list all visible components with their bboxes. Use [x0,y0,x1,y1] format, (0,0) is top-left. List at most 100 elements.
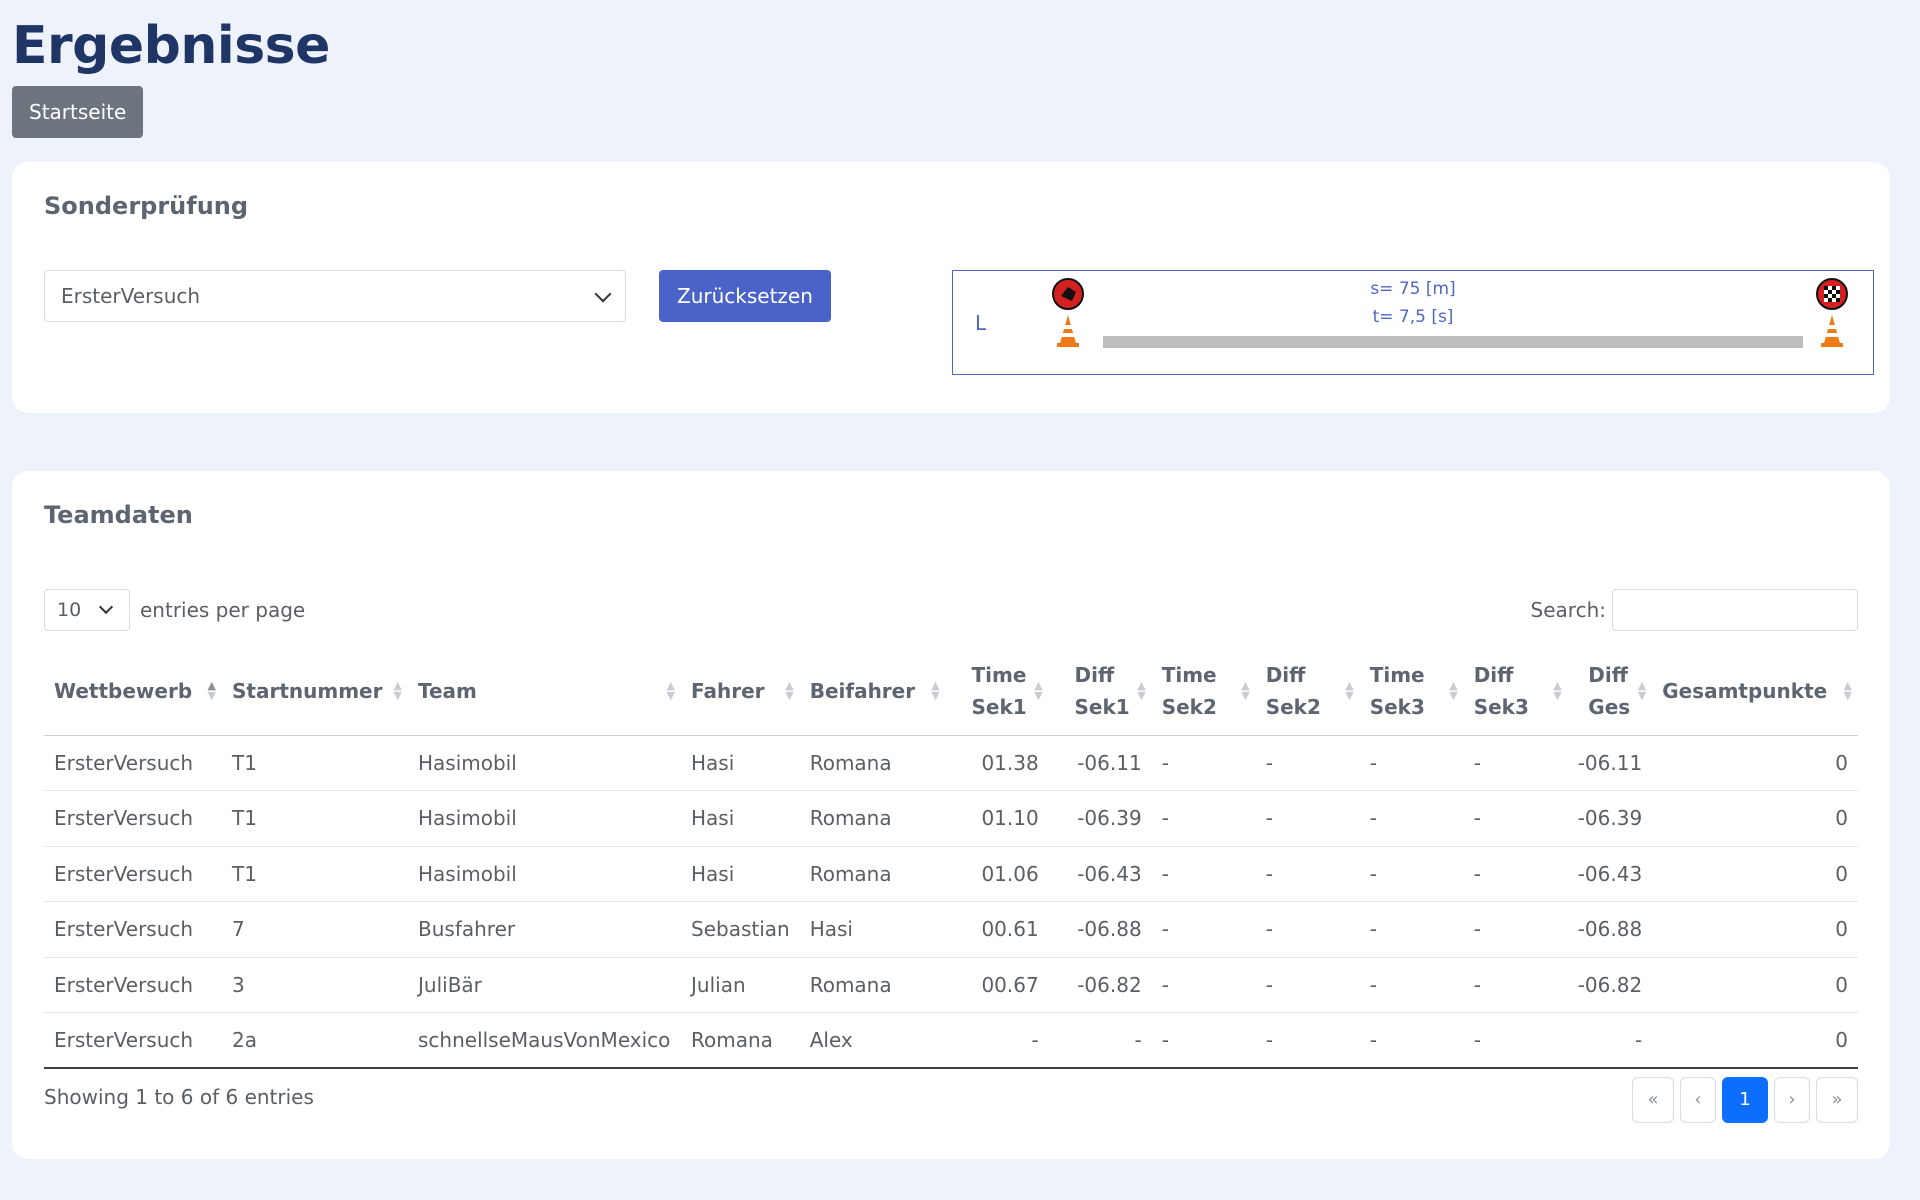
col-header-beifahrer[interactable]: Beifahrer ▲ ▼ [799,647,946,736]
table-row: ErsterVersuch T1 Hasimobil Hasi Romana 01.10-… [44,790,1858,847]
cell-time-sek1: 01.38 [945,735,1049,791]
cell-gesamtpunkte: 0 [1652,735,1858,791]
cell-wettbewerb: ErsterVersuch [44,1012,222,1069]
cell-time-sek2: - [1151,1012,1256,1069]
cell-time-sek2: - [1151,735,1256,791]
cell-diff-sek2: - [1255,901,1360,958]
sort-icon: ▲ ▼ [1843,679,1852,702]
pagination-page-1[interactable]: 1 [1722,1077,1768,1123]
sort-icon: ▲ ▼ [931,679,940,702]
cell-diff-sek3: - [1463,846,1568,902]
search-input[interactable] [1612,589,1858,631]
pagination-last[interactable]: » [1816,1077,1858,1123]
cell-diff-ges: -06.11 [1567,735,1653,791]
cell-wettbewerb: ErsterVersuch [44,846,222,902]
cell-team: JuliBär [408,957,681,1013]
home-button[interactable]: Startseite [12,86,144,138]
table-row: ErsterVersuch T1 Hasimobil Hasi Romana 01.38-… [44,735,1858,791]
col-header-diff-sek3[interactable]: Diff Sek3 ▲ ▼ [1463,647,1568,736]
col-header-time-sek1[interactable]: Time Sek1 ▲ ▼ [945,647,1049,736]
col-header-diff-sek2[interactable]: Diff Sek2 ▲ ▼ [1255,647,1360,736]
cell-fahrer: Julian [681,957,800,1013]
cell-fahrer: Hasi [681,790,800,847]
cell-diff-ges: - [1567,1012,1653,1069]
cell-diff-sek2: - [1255,1012,1360,1069]
course-track [1103,336,1803,348]
cell-beifahrer: Romana [799,846,946,902]
cell-team: schnellseMausVonMexico [408,1012,681,1069]
cell-time-sek3: - [1359,901,1464,958]
col-header-wettbewerb[interactable]: Wettbewerb ▲ ▼ [44,647,222,736]
cell-wettbewerb: ErsterVersuch [44,735,222,791]
teamdaten-card: Teamdaten 10 entries per page Search: We… [12,471,1890,1159]
cell-team: Hasimobil [408,846,681,902]
cell-fahrer: Hasi [681,846,800,902]
results-table: Wettbewerb ▲ ▼ Startnummer ▲ ▼ Team ▲ ▼ Fahrer… [44,647,1858,1069]
sort-icon: ▲ ▼ [1449,679,1458,702]
cell-diff-sek2: - [1255,735,1360,791]
cell-wettbewerb: ErsterVersuch [44,901,222,958]
chevron-down-icon [594,285,612,303]
finish-cone-icon [1821,315,1843,347]
cell-beifahrer: Romana [799,790,946,847]
cell-gesamtpunkte: 0 [1652,846,1858,902]
cell-time-sek1: 01.10 [945,790,1049,847]
cell-beifahrer: Romana [799,957,946,1013]
cell-time-sek3: - [1359,790,1464,847]
cell-team: Hasimobil [408,735,681,791]
cell-time-sek2: - [1151,846,1256,902]
col-header-diff-ges[interactable]: Diff Ges ▲ ▼ [1567,647,1653,736]
cell-time-sek1: 01.06 [945,846,1049,902]
pagination-first[interactable]: « [1632,1077,1674,1123]
course-time: t= 7,5 [s] [1372,307,1454,327]
reset-button[interactable]: Zurücksetzen [659,270,831,322]
cell-startnummer: 2a [222,1012,408,1069]
cell-gesamtpunkte: 0 [1652,790,1858,847]
cell-fahrer: Hasi [681,735,800,791]
col-header-gesamtpunkte[interactable]: Gesamtpunkte ▲ ▼ [1652,647,1858,736]
cell-diff-ges: -06.43 [1567,846,1653,902]
cell-time-sek3: - [1359,735,1464,791]
cell-beifahrer: Romana [799,735,946,791]
cell-diff-sek3: - [1463,1012,1568,1069]
cell-wettbewerb: ErsterVersuch [44,790,222,847]
col-header-time-sek3[interactable]: Time Sek3 ▲ ▼ [1359,647,1464,736]
col-header-team[interactable]: Team ▲ ▼ [408,647,681,736]
cell-diff-ges: -06.39 [1567,790,1653,847]
cell-fahrer: Romana [681,1012,800,1069]
pagination-prev[interactable]: ‹ [1680,1077,1716,1123]
pagination-next[interactable]: › [1774,1077,1810,1123]
sort-icon: ▲ ▼ [1345,679,1354,702]
col-header-fahrer[interactable]: Fahrer ▲ ▼ [681,647,800,736]
cell-diff-sek2: - [1255,957,1360,1013]
page-title: Ergebnisse [12,16,330,76]
cell-diff-sek1: -06.82 [1048,957,1152,1013]
col-header-time-sek2[interactable]: Time Sek2 ▲ ▼ [1151,647,1256,736]
competition-select[interactable]: ErsterVersuch [44,270,626,322]
col-header-startnummer[interactable]: Startnummer ▲ ▼ [222,647,408,736]
cell-time-sek2: - [1151,957,1256,1013]
chevron-down-icon [98,599,114,615]
sonderpruefung-card: Sonderprüfung ErsterVersuch Zurücksetzen… [12,162,1890,413]
cell-diff-sek3: - [1463,901,1568,958]
cell-diff-sek2: - [1255,846,1360,902]
sort-icon: ▲ ▼ [666,679,675,702]
competition-select-value: ErsterVersuch [61,284,201,308]
cell-time-sek2: - [1151,790,1256,847]
course-diagram: L s= 75 [m] t= 7,5 [s] [952,270,1874,375]
cell-fahrer: Sebastian [681,901,800,958]
cell-startnummer: T1 [222,846,408,902]
pagination: « ‹ 1 › » [1632,1077,1858,1123]
col-header-diff-sek1[interactable]: Diff Sek1 ▲ ▼ [1048,647,1152,736]
cell-diff-sek2: - [1255,790,1360,847]
cell-diff-ges: -06.88 [1567,901,1653,958]
cell-time-sek1: - [945,1012,1049,1069]
cell-time-sek1: 00.67 [945,957,1049,1013]
cell-diff-sek1: -06.11 [1048,735,1152,791]
cell-beifahrer: Alex [799,1012,946,1069]
course-distance: s= 75 [m] [1370,279,1456,299]
cell-diff-sek1: -06.39 [1048,790,1152,847]
table-header-row: Wettbewerb ▲ ▼ Startnummer ▲ ▼ Team ▲ ▼ Fahrer… [44,647,1858,736]
table-row: ErsterVersuch 3 JuliBär Julian Romana 00.67 -0… [44,957,1858,1013]
entries-per-page-select[interactable]: 10 [44,589,130,631]
